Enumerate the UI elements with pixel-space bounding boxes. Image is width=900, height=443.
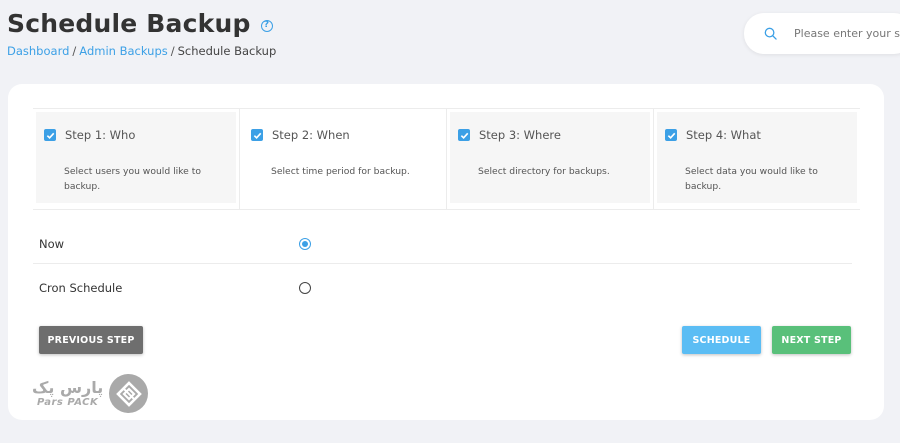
logo-english-text: Pars PACK <box>37 396 99 408</box>
checkbox-checked-icon[interactable] <box>251 129 263 141</box>
step-title: Step 3: Where <box>479 128 561 142</box>
search-input[interactable] <box>794 27 900 40</box>
step-when[interactable]: Step 2: When Select time period for back… <box>240 109 447 209</box>
search-icon <box>764 27 777 40</box>
page-title: Schedule Backup <box>7 9 251 38</box>
page-title-wrap: Schedule Backup ? <box>7 9 273 38</box>
step-where[interactable]: Step 3: Where Select directory for backu… <box>447 109 654 209</box>
step-title: Step 2: When <box>272 128 350 142</box>
option-now-radio[interactable] <box>299 237 311 250</box>
schedule-card: Step 1: Who Select users you would like … <box>8 84 884 420</box>
breadcrumb-separator: / <box>170 44 175 58</box>
option-cron-radio[interactable] <box>299 281 311 294</box>
option-now-label: Now <box>39 236 65 251</box>
search-box[interactable] <box>744 13 900 54</box>
checkbox-checked-icon[interactable] <box>44 129 56 141</box>
breadcrumb-admin-backups-link[interactable]: Admin Backups <box>79 44 167 58</box>
steps-bar: Step 1: Who Select users you would like … <box>33 108 860 210</box>
breadcrumb: Dashboard / Admin Backups / Schedule Backup <box>7 44 276 58</box>
checkbox-checked-icon[interactable] <box>665 129 677 141</box>
option-cron-row: Cron Schedule <box>33 269 852 306</box>
option-cron-label: Cron Schedule <box>39 280 123 295</box>
step-description: Select time period for backup. <box>271 166 410 177</box>
step-description: Select directory for backups. <box>478 166 610 177</box>
step-title: Step 4: What <box>686 128 761 142</box>
step-description: Select data you would like to backup. <box>685 166 818 192</box>
next-step-button[interactable]: NEXT STEP <box>772 326 851 354</box>
previous-step-button[interactable]: PREVIOUS STEP <box>39 326 143 354</box>
logo-persian-text: پارس پک <box>32 377 104 397</box>
breadcrumb-dashboard-link[interactable]: Dashboard <box>7 44 69 58</box>
step-who[interactable]: Step 1: Who Select users you would like … <box>33 109 240 209</box>
option-now-row: Now <box>33 224 852 264</box>
breadcrumb-separator: / <box>72 44 77 58</box>
parspack-logo-icon <box>109 374 149 413</box>
step-description: Select users you would like to backup. <box>64 166 201 192</box>
parspack-logo: پارس پک Pars PACK <box>32 374 149 413</box>
question-circle-icon[interactable]: ? <box>260 19 273 32</box>
breadcrumb-current: Schedule Backup <box>177 44 277 58</box>
checkbox-checked-icon[interactable] <box>458 129 470 141</box>
schedule-button[interactable]: SCHEDULE <box>682 326 761 354</box>
step-title: Step 1: Who <box>65 128 136 142</box>
step-what[interactable]: Step 4: What Select data you would like … <box>654 109 860 209</box>
logo-wordmark: پارس پک Pars PACK <box>32 377 104 409</box>
